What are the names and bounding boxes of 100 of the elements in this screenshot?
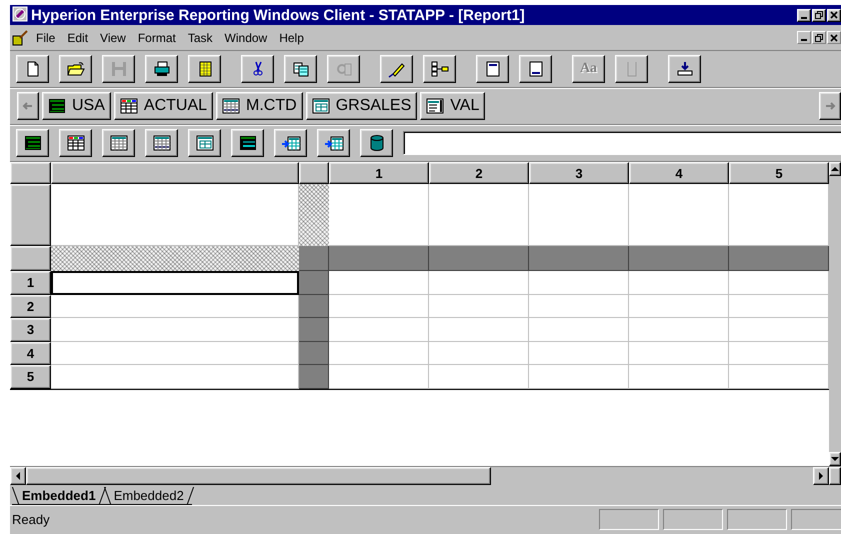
grid-cell[interactable]	[429, 318, 529, 342]
sheet-tab[interactable]: Embedded2	[104, 487, 192, 505]
grid-cell[interactable]	[329, 184, 429, 246]
grid-cell[interactable]	[51, 294, 299, 318]
grid-cell[interactable]	[51, 318, 299, 342]
toolbar-button[interactable]	[145, 55, 178, 83]
column-header[interactable]: 2	[429, 162, 529, 184]
grid-cell[interactable]	[729, 271, 829, 294]
shaded-cell	[299, 246, 329, 271]
selected-cell[interactable]	[51, 271, 299, 294]
column-header[interactable]: 5	[729, 162, 829, 184]
grid-cell[interactable]	[629, 294, 729, 318]
restore-button[interactable]	[812, 31, 826, 44]
toolbar-button[interactable]	[145, 129, 178, 157]
menu-item[interactable]: View	[94, 30, 132, 44]
minimize-button[interactable]	[797, 8, 811, 22]
toolbar-button[interactable]	[519, 55, 552, 83]
menu-item[interactable]: Edit	[61, 30, 94, 44]
row-header[interactable]	[10, 246, 51, 271]
toolbar-button[interactable]	[231, 129, 264, 157]
sheet-tab[interactable]: Embedded1	[12, 487, 104, 505]
row-header[interactable]: 4	[10, 342, 51, 365]
row-header[interactable]: 3	[10, 318, 51, 342]
grid-cell[interactable]	[629, 271, 729, 294]
toolbar-button[interactable]	[102, 129, 135, 157]
scroll-right-button[interactable]	[819, 92, 841, 120]
grid-cell[interactable]	[529, 342, 629, 365]
close-button[interactable]	[827, 31, 841, 44]
scroll-left-button[interactable]	[17, 92, 39, 120]
formula-field[interactable]	[403, 131, 841, 155]
grid-cell[interactable]	[529, 365, 629, 388]
toolbar-button[interactable]	[16, 55, 49, 83]
toolbar-button[interactable]	[59, 55, 92, 83]
grid-cell[interactable]	[529, 318, 629, 342]
grid-cell[interactable]	[429, 342, 529, 365]
grid-cell[interactable]	[329, 318, 429, 342]
menu-item[interactable]: File	[30, 30, 62, 44]
toolbar-button[interactable]	[423, 55, 456, 83]
horizontal-scrollbar[interactable]	[10, 466, 841, 485]
grid-cell[interactable]	[629, 365, 729, 388]
menu-item[interactable]: Task	[182, 30, 219, 44]
dimension-button[interactable]: USA	[42, 92, 111, 120]
corner-header[interactable]	[10, 162, 51, 184]
row-header[interactable]	[10, 184, 51, 246]
grid-cell[interactable]	[429, 184, 529, 246]
toolbar-button[interactable]	[241, 55, 274, 83]
grid-cell[interactable]	[51, 184, 299, 246]
grid-cell[interactable]	[329, 271, 429, 294]
grid-cell[interactable]	[529, 271, 629, 294]
menu-item[interactable]: Window	[218, 30, 274, 44]
column-header[interactable]: 3	[529, 162, 629, 184]
grid-cell[interactable]	[629, 184, 729, 246]
close-button[interactable]	[827, 8, 841, 22]
row-header[interactable]: 5	[10, 365, 51, 388]
grid-cell[interactable]	[51, 365, 299, 388]
toolbar-button[interactable]	[188, 55, 221, 83]
column-header[interactable]: 1	[329, 162, 429, 184]
table-icon	[66, 134, 86, 152]
grid-cell[interactable]	[729, 294, 829, 318]
row-header[interactable]: 2	[10, 294, 51, 318]
toolbar-button[interactable]	[317, 129, 350, 157]
grid-cell[interactable]	[629, 342, 729, 365]
grid-cell[interactable]	[529, 184, 629, 246]
grid-cell[interactable]	[729, 184, 829, 246]
vertical-scrollbar[interactable]	[829, 162, 841, 466]
minimize-button[interactable]	[797, 31, 811, 44]
menu-item[interactable]: Format	[132, 30, 182, 44]
shaded-cell	[299, 271, 329, 294]
menu-item[interactable]: Help	[273, 30, 310, 44]
toolbar-button[interactable]	[476, 55, 509, 83]
grid-cell[interactable]	[329, 294, 429, 318]
column-header[interactable]	[299, 162, 329, 184]
grid-cell[interactable]	[429, 294, 529, 318]
grid-cell[interactable]	[329, 342, 429, 365]
dimension-button[interactable]: M.CTD	[216, 92, 303, 120]
grid-cell[interactable]	[529, 294, 629, 318]
grid-cell[interactable]	[51, 342, 299, 365]
row-header[interactable]: 1	[10, 271, 51, 294]
list-icon	[22, 134, 42, 152]
restore-button[interactable]	[812, 8, 826, 22]
toolbar-button[interactable]	[284, 55, 317, 83]
grid-cell[interactable]	[629, 318, 729, 342]
dimension-button[interactable]: GRSALES	[306, 92, 418, 120]
toolbar-button[interactable]	[59, 129, 92, 157]
toolbar-button[interactable]	[16, 129, 49, 157]
column-header[interactable]	[51, 162, 299, 184]
toolbar-button[interactable]	[380, 55, 413, 83]
toolbar-button[interactable]	[188, 129, 221, 157]
toolbar-button[interactable]	[274, 129, 307, 157]
toolbar-button[interactable]	[668, 55, 701, 83]
grid-cell[interactable]	[729, 318, 829, 342]
grid-cell[interactable]	[429, 365, 529, 388]
toolbar-button[interactable]	[360, 129, 393, 157]
grid-cell[interactable]	[429, 271, 529, 294]
dimension-button[interactable]: VAL	[420, 92, 486, 120]
grid-cell[interactable]	[729, 342, 829, 365]
grid-cell[interactable]	[729, 365, 829, 388]
column-header[interactable]: 4	[629, 162, 729, 184]
dimension-button[interactable]: ACTUAL	[114, 92, 214, 120]
grid-cell[interactable]	[329, 365, 429, 388]
